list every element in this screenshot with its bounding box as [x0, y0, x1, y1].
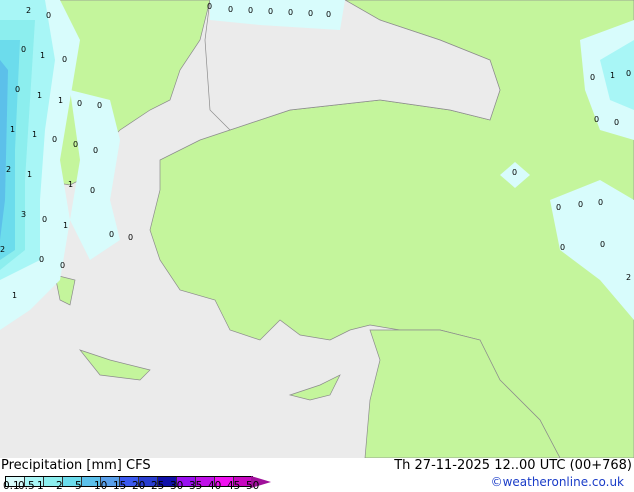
- scale-tick-label: 0.5: [18, 480, 35, 492]
- svg-text:0: 0: [52, 135, 57, 144]
- svg-text:0: 0: [598, 198, 603, 207]
- svg-text:0: 0: [73, 140, 78, 149]
- scale-tick-label: 10: [94, 480, 108, 492]
- svg-text:0: 0: [326, 10, 331, 19]
- svg-text:0: 0: [594, 115, 599, 124]
- svg-text:1: 1: [12, 291, 17, 300]
- svg-text:0: 0: [39, 255, 44, 264]
- svg-text:0: 0: [93, 146, 98, 155]
- svg-text:1: 1: [58, 96, 63, 105]
- svg-text:0: 0: [626, 69, 631, 78]
- svg-text:0: 0: [248, 6, 253, 15]
- svg-text:0: 0: [614, 118, 619, 127]
- svg-text:0: 0: [46, 11, 51, 20]
- svg-text:0: 0: [15, 85, 20, 94]
- svg-text:0: 0: [90, 186, 95, 195]
- svg-text:0: 0: [288, 8, 293, 17]
- svg-text:1: 1: [32, 130, 37, 139]
- svg-text:0: 0: [578, 200, 583, 209]
- scale-tick-label: 45: [227, 480, 241, 492]
- scale-tick-label: 50: [246, 480, 260, 492]
- svg-text:0: 0: [228, 5, 233, 14]
- scale-tick-label: 25: [151, 480, 165, 492]
- svg-text:2: 2: [626, 273, 631, 282]
- svg-text:0: 0: [97, 101, 102, 110]
- svg-text:0: 0: [308, 9, 313, 18]
- svg-text:0: 0: [268, 7, 273, 16]
- svg-text:0: 0: [62, 55, 67, 64]
- legend-footer: Precipitation [mm] CFS Th 27-11-2025 12.…: [0, 458, 634, 492]
- svg-text:0: 0: [21, 45, 26, 54]
- scale-tick-label: 2: [56, 480, 63, 492]
- svg-text:1: 1: [10, 125, 15, 134]
- svg-text:0: 0: [60, 261, 65, 270]
- scale-tick-label: 35: [189, 480, 203, 492]
- scale-tick-label: 5: [75, 480, 82, 492]
- svg-text:3: 3: [21, 210, 26, 219]
- svg-text:2: 2: [6, 165, 11, 174]
- svg-text:1: 1: [63, 221, 68, 230]
- svg-text:1: 1: [610, 71, 615, 80]
- svg-text:0: 0: [128, 233, 133, 242]
- svg-text:0: 0: [77, 99, 82, 108]
- svg-text:1: 1: [27, 170, 32, 179]
- svg-text:0: 0: [109, 230, 114, 239]
- svg-text:0: 0: [42, 215, 47, 224]
- svg-text:0: 0: [207, 2, 212, 11]
- svg-text:0: 0: [512, 168, 517, 177]
- svg-text:1: 1: [40, 51, 45, 60]
- svg-text:0: 0: [600, 240, 605, 249]
- scale-tick-label: 1: [37, 480, 44, 492]
- svg-text:2: 2: [0, 245, 5, 254]
- precipitation-map: 2 0 0 0 0 0 0 0 0 0 1 0 0 1 1 0 0 0 1 1 …: [0, 0, 634, 458]
- forecast-datetime: Th 27-11-2025 12..00 UTC (00+768): [394, 458, 632, 473]
- svg-text:2: 2: [26, 6, 31, 15]
- svg-text:0: 0: [590, 73, 595, 82]
- scale-tick-label: 15: [113, 480, 127, 492]
- svg-text:1: 1: [68, 180, 73, 189]
- svg-text:0: 0: [556, 203, 561, 212]
- scale-tick-label: 20: [132, 480, 146, 492]
- scale-tick-label: 30: [170, 480, 184, 492]
- map-title: Precipitation [mm] CFS: [1, 458, 151, 473]
- scale-tick-label: 40: [208, 480, 222, 492]
- svg-text:0: 0: [560, 243, 565, 252]
- credit-link[interactable]: ©weatheronline.co.uk: [491, 475, 624, 489]
- svg-text:1: 1: [37, 91, 42, 100]
